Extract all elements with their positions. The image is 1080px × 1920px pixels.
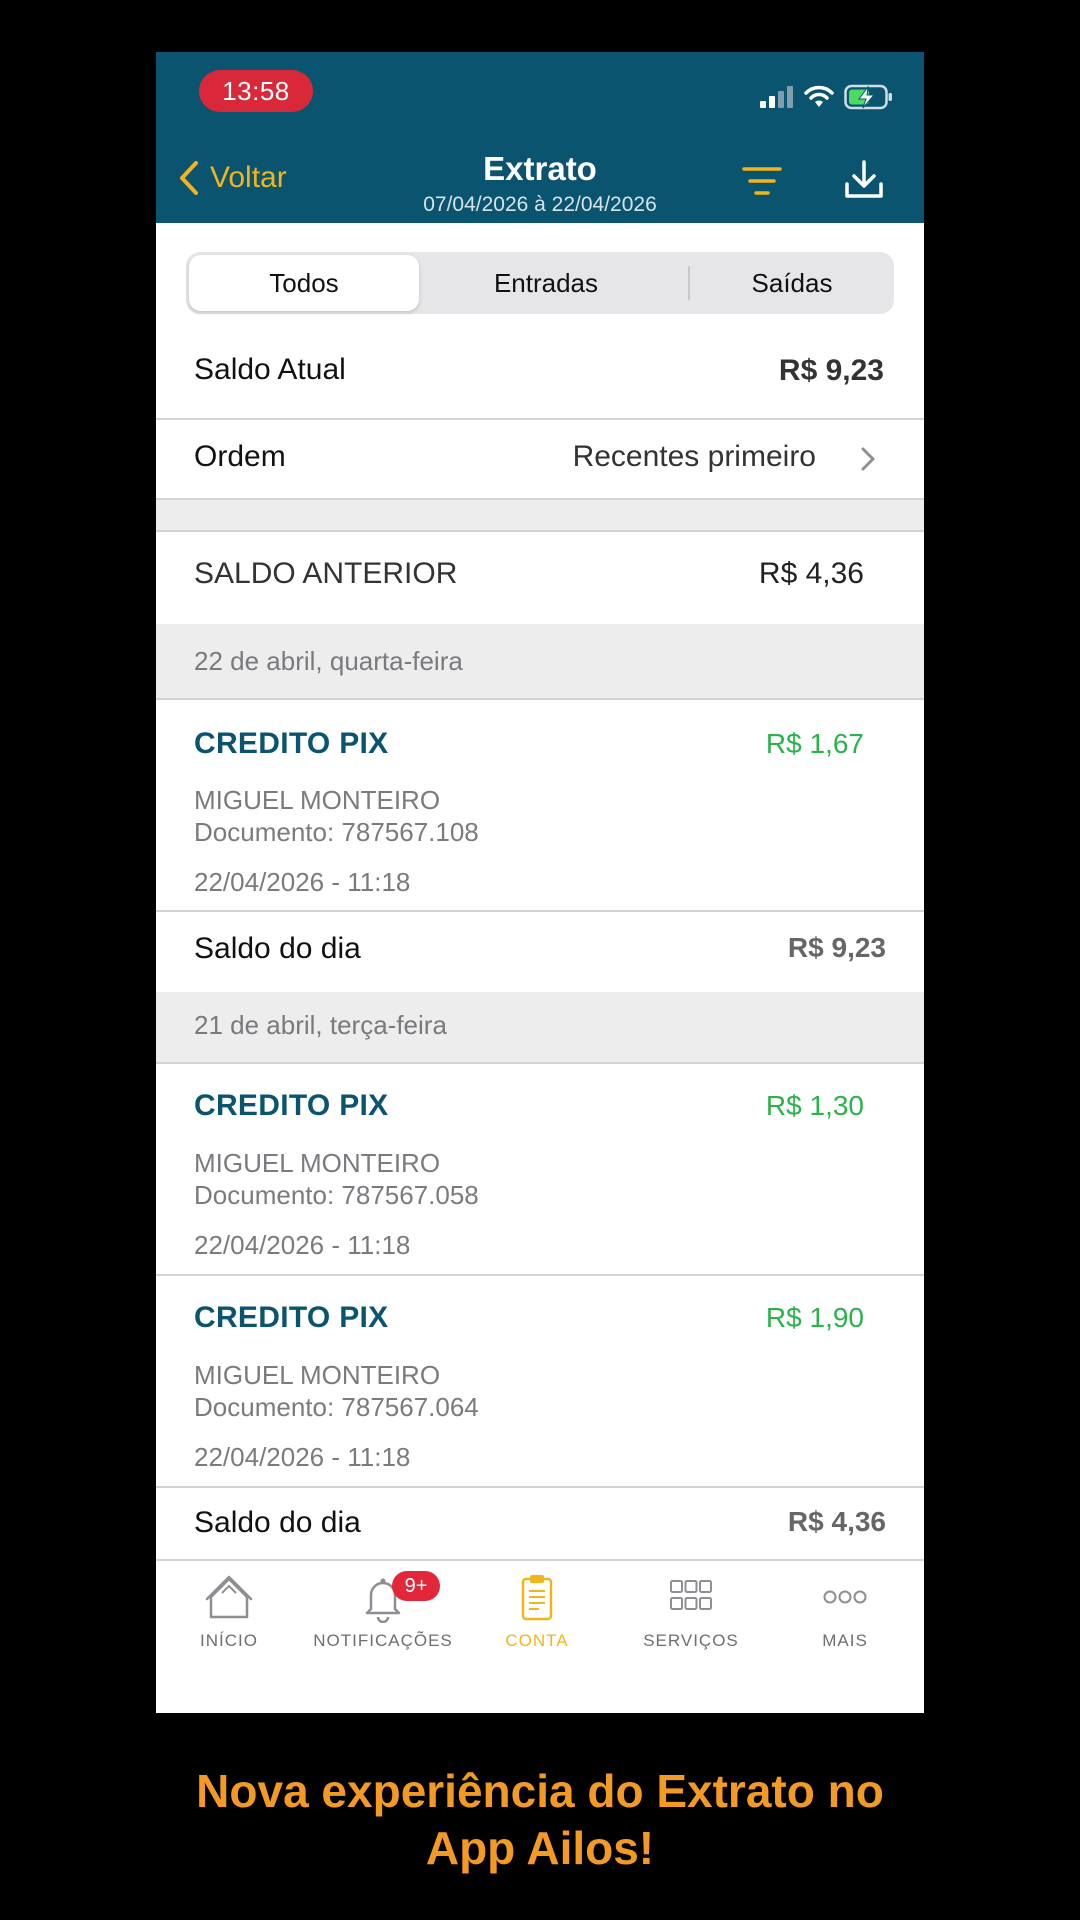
segment-todos[interactable]: Todos (189, 255, 419, 311)
tab-label: SERVIÇOS (643, 1631, 739, 1650)
transaction-title: CREDITO PIX (194, 1089, 389, 1122)
transaction-document: Documento: 787567.058 (194, 1180, 479, 1210)
transaction-datetime: 22/04/2026 - 11:18 (194, 1230, 411, 1260)
battery-charging-icon (844, 84, 892, 110)
section-spacer (156, 500, 924, 530)
transaction-amount: R$ 1,90 (765, 1302, 864, 1333)
signal-icon (760, 86, 793, 108)
transaction-item[interactable]: CREDITO PIX R$ 1,90 MIGUEL MONTEIRO Docu… (156, 1276, 924, 1486)
saldo-atual-label: Saldo Atual (194, 353, 346, 386)
segmented-control: Todos Entradas Saídas (186, 252, 894, 314)
wifi-icon (804, 85, 834, 107)
transaction-name: MIGUEL MONTEIRO (194, 1148, 441, 1178)
period-label: 07/04/2026 à 22/04/2026 (423, 193, 657, 216)
date-label: 22 de abril, quarta-feira (194, 646, 463, 676)
promo-line-2: App Ailos! (425, 1822, 655, 1874)
promo-caption: Nova experiência do Extrato no App Ailos… (0, 1763, 1080, 1877)
saldo-anterior-row: SALDO ANTERIOR R$ 4,36 (156, 532, 924, 624)
saldo-atual-value: R$ 9,23 (778, 354, 884, 387)
date-label: 21 de abril, terça-feira (194, 1010, 447, 1040)
saldo-dia-label: Saldo do dia (194, 932, 361, 965)
transaction-name: MIGUEL MONTEIRO (194, 785, 441, 815)
tab-bar: INÍCIO 9+ NOTIFICAÇÕES CONTA SERVIÇOS MA… (156, 1559, 924, 1713)
date-header: 21 de abril, terça-feira (156, 992, 924, 1062)
saldo-anterior-label: SALDO ANTERIOR (194, 557, 458, 590)
saldo-anterior-value: R$ 4,36 (758, 557, 864, 590)
saldo-dia-row: Saldo do dia R$ 4,36 (156, 1488, 924, 1560)
tab-conta[interactable]: CONTA (462, 1571, 612, 1651)
saldo-dia-label: Saldo do dia (194, 1506, 361, 1539)
grid-icon (670, 1580, 712, 1610)
phone-screen: 13:58 Voltar Extrato 07/04/2026 à 22/04/… (156, 52, 924, 1713)
transaction-document: Documento: 787567.108 (194, 817, 479, 847)
transaction-item[interactable]: CREDITO PIX R$ 1,67 MIGUEL MONTEIRO Docu… (156, 700, 924, 910)
ordem-value: Recentes primeiro (572, 440, 816, 473)
saldo-dia-row: Saldo do dia R$ 9,23 (156, 912, 924, 992)
filter-icon[interactable] (740, 162, 784, 202)
transaction-amount: R$ 1,30 (765, 1090, 864, 1121)
chevron-right-icon (861, 447, 875, 471)
tab-label: NOTIFICAÇÕES (313, 1631, 453, 1650)
transaction-item[interactable]: CREDITO PIX R$ 1,30 MIGUEL MONTEIRO Docu… (156, 1064, 924, 1274)
ordem-row[interactable]: Ordem Recentes primeiro (156, 420, 924, 498)
transaction-title: CREDITO PIX (194, 727, 389, 760)
transaction-datetime: 22/04/2026 - 11:18 (194, 1442, 411, 1472)
promo-line-1: Nova experiência do Extrato no (196, 1765, 884, 1817)
ordem-label: Ordem (194, 440, 286, 473)
status-icons (760, 82, 894, 112)
tab-label: CONTA (505, 1631, 569, 1650)
saldo-dia-value: R$ 4,36 (787, 1506, 886, 1537)
tab-mais[interactable]: MAIS (770, 1571, 920, 1651)
home-icon (205, 1575, 253, 1619)
notification-badge: 9+ (392, 1571, 440, 1601)
status-time: 13:58 (199, 70, 313, 112)
transaction-datetime: 22/04/2026 - 11:18 (194, 867, 411, 897)
saldo-dia-value: R$ 9,23 (787, 932, 886, 963)
tab-label: MAIS (822, 1631, 868, 1650)
clipboard-icon (521, 1575, 553, 1621)
tab-servicos[interactable]: SERVIÇOS (616, 1571, 766, 1651)
transaction-amount: R$ 1,67 (765, 728, 864, 759)
more-icon (823, 1590, 867, 1604)
transaction-title: CREDITO PIX (194, 1301, 389, 1334)
tab-label: INÍCIO (200, 1631, 258, 1650)
tab-inicio[interactable]: INÍCIO (156, 1571, 304, 1651)
tab-notificacoes[interactable]: 9+ NOTIFICAÇÕES (308, 1571, 458, 1651)
segment-entradas[interactable]: Entradas (426, 255, 666, 311)
date-header: 22 de abril, quarta-feira (156, 624, 924, 698)
download-icon[interactable] (842, 158, 886, 202)
segment-saidas[interactable]: Saídas (692, 255, 892, 311)
transaction-name: MIGUEL MONTEIRO (194, 1360, 441, 1390)
app-header: 13:58 Voltar Extrato 07/04/2026 à 22/04/… (156, 52, 924, 223)
transaction-document: Documento: 787567.064 (194, 1392, 479, 1422)
page-title: Extrato (483, 150, 597, 187)
segment-divider (688, 266, 690, 300)
